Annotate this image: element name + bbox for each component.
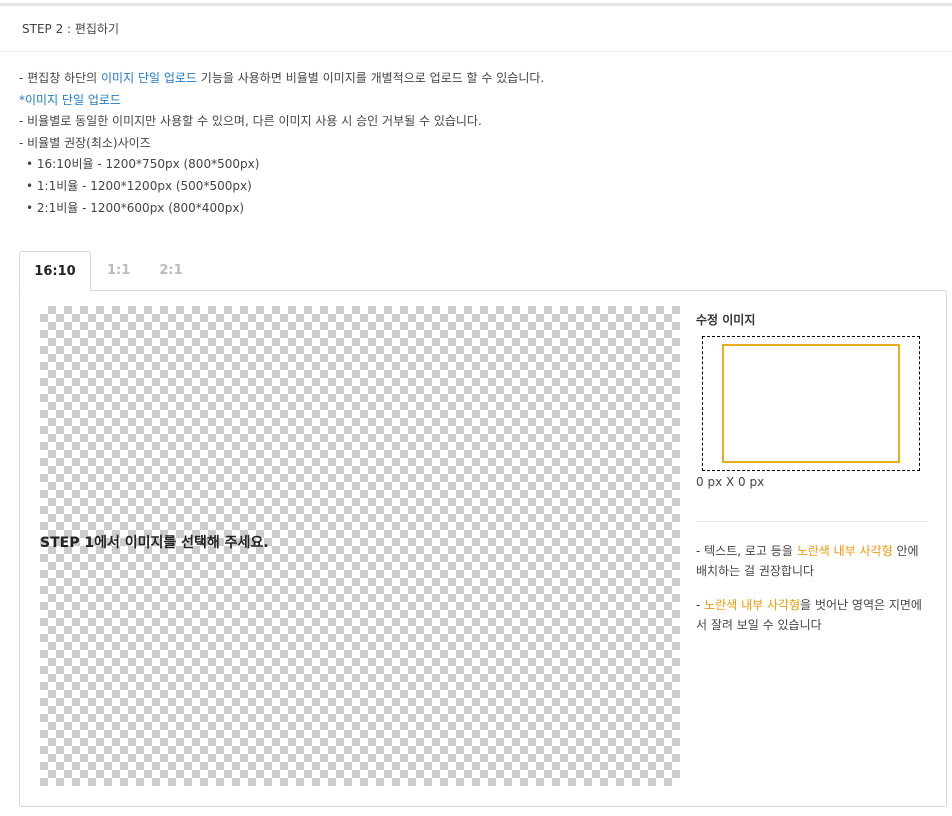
guide-line-4: - 비율별 권장(최소)사이즈 — [19, 135, 151, 150]
preview-title: 수정 이미지 — [696, 313, 756, 327]
single-upload-link[interactable]: *이미지 단일 업로드 — [19, 90, 929, 112]
step-title: STEP 2 : 편집하기 — [22, 22, 120, 36]
canvas-placeholder-message: STEP 1에서 이미지를 선택해 주세요. — [40, 535, 269, 551]
preview-sidebar: 수정 이미지 0 px X 0 px - 텍스트, 로고 등을 노란색 내부 사… — [696, 291, 928, 806]
tab-16-10[interactable]: 16:10 — [19, 251, 91, 292]
sidebar-divider — [696, 521, 927, 522]
step-header: STEP 2 : 편집하기 — [0, 6, 952, 52]
note-highlight-2: 노란색 내부 사각형 — [704, 598, 801, 612]
size-item-2-1: • 2:1비율 - 1200*600px (800*400px) — [26, 200, 245, 215]
guide-line-3: - 비율별로 동일한 이미지만 사용할 수 있으며, 다른 이미지 사용 시 승… — [19, 114, 482, 129]
editor-panel: STEP 1에서 이미지를 선택해 주세요. 수정 이미지 0 px X 0 p… — [19, 290, 947, 807]
guide-text: - 편집창 하단의 이미지 단일 업로드 기능을 사용하면 비율별 이미지를 개… — [19, 68, 929, 219]
preview-frame — [702, 336, 920, 471]
tab-2-1[interactable]: 2:1 — [159, 251, 183, 292]
edit-canvas[interactable]: STEP 1에서 이미지를 선택해 주세요. — [40, 306, 680, 786]
note-highlight-1: 노란색 내부 사각형 — [796, 544, 893, 558]
size-item-1-1: • 1:1비율 - 1200*1200px (500*500px) — [26, 178, 252, 193]
guide-line-1: - 편집창 하단의 이미지 단일 업로드 기능을 사용하면 비율별 이미지를 개… — [19, 71, 545, 85]
image-size-readout: 0 px X 0 px — [696, 475, 765, 489]
note-placement: - 텍스트, 로고 등을 노란색 내부 사각형 안에 배치하는 걸 권장합니다 — [696, 544, 919, 578]
note-crop-warning: - 노란색 내부 사각형을 벗어난 영역은 지면에서 잘려 보일 수 있습니다 — [696, 598, 922, 632]
size-item-16-10: • 16:10비율 - 1200*750px (800*500px) — [26, 157, 260, 172]
safe-area-rectangle — [722, 344, 900, 463]
tab-1-1[interactable]: 1:1 — [107, 251, 130, 292]
single-upload-highlight: 이미지 단일 업로드 — [101, 71, 197, 85]
